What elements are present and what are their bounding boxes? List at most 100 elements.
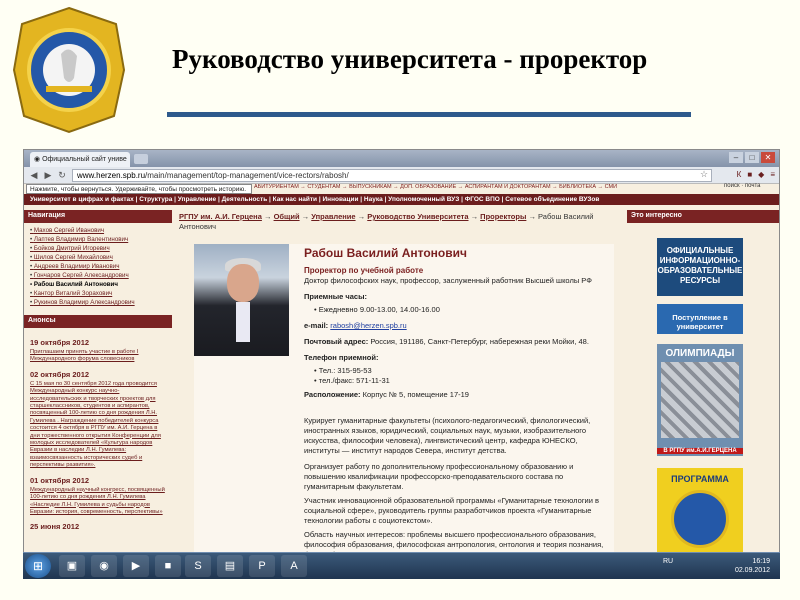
duties-paragraph: Курирует гуманитарные факультеты (психол…: [304, 416, 591, 455]
breadcrumb-separator: →: [355, 212, 368, 221]
news-date: 25 июня 2012: [30, 522, 80, 532]
save-taskbar-icon[interactable]: ▤: [217, 555, 243, 577]
news-link[interactable]: С 15 мая по 30 сентября 2012 года провод…: [30, 381, 166, 470]
person-link[interactable]: Лаптев Владимир Валентинович: [30, 235, 172, 244]
site-search-mail-links[interactable]: поиск · почта: [724, 183, 761, 189]
address-label: Почтовый адрес:: [304, 337, 369, 346]
training-paragraph: Организует работу по дополнительному про…: [304, 462, 574, 491]
hours-list: Ежедневно 9.00-13.00, 14.00-16.00: [304, 305, 610, 315]
reload-icon[interactable]: ↻: [56, 169, 68, 181]
minimize-button[interactable]: –: [729, 152, 743, 163]
person-link[interactable]: Бойков Дмитрий Игоревич: [30, 244, 172, 253]
acrobat-taskbar-icon[interactable]: A: [281, 555, 307, 577]
right-sidebar: Это интересно ОФИЦИАЛЬНЫЕ ИНФОРМАЦИОННО-…: [627, 210, 779, 577]
address-value: Россия, 191186, Санкт-Петербург, набереж…: [370, 337, 589, 346]
browser-tab[interactable]: ◉ Официальный сайт униве: [30, 152, 130, 167]
close-window-button[interactable]: ✕: [761, 152, 775, 163]
person-photo: [194, 244, 289, 356]
extension-icon[interactable]: К: [737, 170, 742, 179]
wrench-menu-icon[interactable]: ≡: [770, 170, 775, 179]
extension-icon[interactable]: ◆: [758, 170, 764, 179]
interesting-section-title: Это интересно: [627, 210, 779, 223]
location-value: Корпус № 5, помещение 17-19: [362, 390, 469, 399]
language-indicator[interactable]: RU: [663, 558, 673, 565]
olympiads-banner[interactable]: ОЛИМПИАДЫ В РГПУ им.А.И.ГЕРЦЕНА: [657, 344, 743, 456]
main-content: РГПУ им. А.И. Герцена → Общий → Управлен…: [174, 210, 626, 577]
breadcrumb-link[interactable]: Общий: [274, 212, 300, 221]
news-section-title: Анонсы: [24, 315, 172, 328]
person-link[interactable]: Рукинов Владимир Александрович: [30, 298, 172, 307]
clock-date: 02.09.2012: [734, 567, 770, 574]
media-player-taskbar-icon[interactable]: ▶: [123, 555, 149, 577]
email-link[interactable]: rabosh@herzen.spb.ru: [330, 321, 406, 330]
breadcrumb-link[interactable]: РГПУ им. А.И. Герцена: [179, 212, 262, 221]
clock-time: 16:19: [752, 558, 770, 565]
address-row: Почтовый адрес: Россия, 191186, Санкт-Пе…: [304, 337, 610, 347]
breadcrumb-separator: →: [468, 212, 481, 221]
person-link[interactable]: Кантор Виталий Зорахович: [30, 289, 172, 298]
tab-title: Официальный сайт униве: [42, 156, 127, 163]
olympiads-caption: В РГПУ им.А.И.ГЕРЦЕНА: [657, 448, 743, 454]
nav-section-title: Навигация: [24, 210, 172, 223]
start-button[interactable]: ⊞: [25, 554, 51, 578]
person-link[interactable]: Андреев Владимир Иванович: [30, 262, 172, 271]
breadcrumb-link[interactable]: Управление: [311, 212, 355, 221]
slide-title: Руководство университета - проректор: [172, 44, 648, 74]
person-name: Рабош Василий Антонович: [304, 246, 467, 260]
powerpoint-taskbar-icon[interactable]: P: [249, 555, 275, 577]
system-clock[interactable]: 16:19 02.09.2012: [735, 557, 770, 575]
tab-favicon-icon: ◉: [34, 156, 43, 163]
person-degree: Доктор философских наук, профессор, засл…: [304, 276, 592, 285]
url-input[interactable]: www.herzen.spb.ru/main/management/top-ma…: [72, 169, 712, 182]
extension-icon[interactable]: ■: [747, 170, 752, 179]
fax-value: тел./факс: 571-11-31: [314, 376, 610, 386]
slide-divider: [167, 112, 691, 117]
extension-icons: К ■ ◆ ≡: [737, 170, 775, 179]
person-link[interactable]: Гончаров Сергей Александрович: [30, 271, 172, 280]
phone-label: Телефон приемной:: [304, 353, 379, 362]
news-link[interactable]: Международный научный конгресс, посвящен…: [30, 487, 166, 517]
news-date: 01 октября 2012: [30, 475, 90, 485]
program-title: ПРОГРАММА: [671, 474, 729, 484]
program-seal-icon: [671, 490, 729, 548]
breadcrumb-separator: →: [261, 212, 274, 221]
forward-arrow-icon[interactable]: ▶: [42, 169, 54, 181]
breadcrumb-link[interactable]: Проректоры: [480, 212, 526, 221]
hours-value: Ежедневно 9.00-13.00, 14.00-16.00: [314, 305, 610, 315]
person-link[interactable]: Шилов Сергей Михайлович: [30, 253, 172, 262]
bookmark-star-icon[interactable]: ☆: [700, 169, 708, 180]
location-row: Расположение: Корпус № 5, помещение 17-1…: [304, 390, 610, 400]
windows-taskbar: ⊞ ▣ ◉ ▶ ■ S ▤ P A RU 16:19 02.09.2012: [23, 552, 780, 579]
breadcrumb-separator: →: [299, 212, 312, 221]
skype-taskbar-icon[interactable]: S: [185, 555, 211, 577]
back-arrow-icon[interactable]: ◀: [28, 169, 40, 181]
resources-banner[interactable]: ОФИЦИАЛЬНЫЕ ИНФОРМАЦИОННО-ОБРАЗОВАТЕЛЬНЫ…: [657, 238, 743, 296]
left-sidebar: Навигация Махов Сергей Иванович Лаптев В…: [24, 210, 172, 577]
site-main-menu[interactable]: Университет в цифрах и фактах | Структур…: [24, 194, 779, 205]
breadcrumb-link[interactable]: Руководство Университета: [367, 212, 468, 221]
university-seal-logo: [6, 4, 132, 136]
breadcrumb-separator: →: [526, 212, 539, 221]
people-list: Махов Сергей Иванович Лаптев Владимир Ва…: [24, 223, 172, 307]
person-link[interactable]: Махов Сергей Иванович: [30, 226, 172, 235]
browser-screenshot: ◉ Официальный сайт униве – □ ✕ ◀ ▶ ↻ www…: [23, 149, 780, 578]
news-date: 19 октября 2012: [30, 338, 90, 347]
admission-banner[interactable]: Поступление в университет: [657, 304, 743, 334]
location-label: Расположение:: [304, 390, 361, 399]
chrome-taskbar-icon[interactable]: ◉: [91, 555, 117, 577]
maximize-button[interactable]: □: [745, 152, 759, 163]
breadcrumb: РГПУ им. А.И. Герцена → Общий → Управлен…: [174, 210, 626, 234]
program-paragraph: Участник инновационной образовательной п…: [304, 496, 599, 525]
site-top-nav[interactable]: АБИТУРИЕНТАМ → СТУДЕНТАМ → ВЫПУСКНИКАМ →…: [254, 184, 714, 192]
app-taskbar-icon[interactable]: ■: [155, 555, 181, 577]
back-button-tooltip: Нажмите, чтобы вернуться. Удерживайте, ч…: [26, 184, 252, 194]
window-controls: – □ ✕: [729, 152, 775, 163]
address-bar-row: ◀ ▶ ↻ www.herzen.spb.ru/main/management/…: [24, 167, 779, 184]
browser-tabbar: ◉ Официальный сайт униве – □ ✕: [24, 150, 779, 167]
new-tab-button[interactable]: [134, 154, 148, 164]
olympiads-title: ОЛИМПИАДЫ: [665, 348, 735, 359]
person-position: Проректор по учебной работе: [304, 266, 424, 275]
person-info: Проректор по учебной работе Доктор филос…: [304, 266, 610, 400]
news-link[interactable]: Приглашаем принять участие в работе I Ме…: [30, 349, 166, 364]
explorer-taskbar-icon[interactable]: ▣: [59, 555, 85, 577]
